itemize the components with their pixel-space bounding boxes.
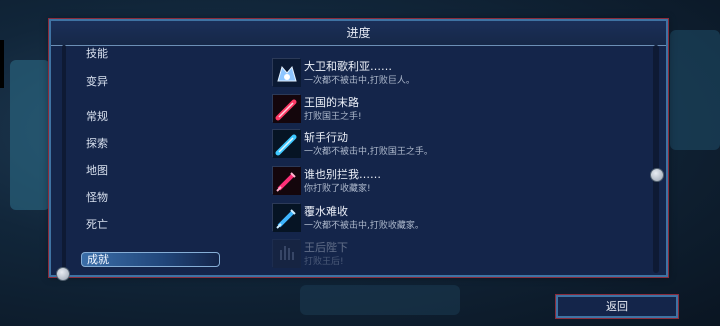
back-button[interactable]: 返回 (556, 295, 678, 318)
achievement-name: 大卫和歌利亚…… (304, 60, 392, 73)
achievement-name: 覆水难收 (304, 205, 348, 218)
sidebar-scrollbar[interactable] (62, 45, 66, 273)
screen-edge-marker (0, 40, 4, 88)
achievement-desc: 你打败了收藏家! (304, 184, 371, 194)
locked-achievement-icon (272, 239, 301, 268)
achievement-row[interactable]: 谁也别拦我…… 你打败了收藏家! (272, 166, 602, 200)
red-sword-icon (272, 94, 301, 123)
sidebar-scroll-thumb[interactable] (56, 267, 70, 281)
achievement-scrollbar[interactable] (653, 45, 659, 273)
achievement-desc: 一次都不被击中,打败收藏家。 (304, 221, 424, 231)
achievement-name: 斩手行动 (304, 131, 348, 144)
sidebar-item-general[interactable]: 常规 (86, 108, 108, 124)
achievement-row[interactable]: 王后陛下 打败王后! (272, 239, 602, 273)
panel-title: 进度 (51, 21, 666, 46)
red-syringe-icon (272, 166, 301, 195)
achievement-scroll-thumb[interactable] (650, 168, 664, 182)
achievement-name: 谁也别拦我…… (304, 168, 381, 181)
sidebar-item-monsters[interactable]: 怪物 (86, 189, 108, 205)
achievement-desc: 一次都不被击中,打败巨人。 (304, 76, 415, 86)
background-glow (300, 285, 460, 315)
achievement-row[interactable]: 斩手行动 一次都不被击中,打败国王之手。 (272, 129, 602, 163)
giant-crown-icon (272, 58, 301, 87)
achievement-name: 王后陛下 (304, 241, 348, 254)
achievement-row[interactable]: 覆水难收 一次都不被击中,打败收藏家。 (272, 203, 602, 237)
progress-panel: 进度 技能 变异 常规 探索 地图 怪物 死亡 成就 大卫和歌利亚…… 一次都不… (49, 19, 668, 277)
sidebar-item-achievements[interactable]: 成就 (81, 252, 220, 267)
achievement-row[interactable]: 王国的末路 打败国王之手! (272, 94, 602, 128)
sidebar-item-exploration[interactable]: 探索 (86, 135, 108, 151)
achievement-desc: 一次都不被击中,打败国王之手。 (304, 147, 433, 157)
sidebar-item-mutations[interactable]: 变异 (86, 73, 108, 89)
achievement-row[interactable]: 大卫和歌利亚…… 一次都不被击中,打败巨人。 (272, 58, 602, 92)
sidebar-item-map[interactable]: 地图 (86, 162, 108, 178)
sidebar-item-deaths[interactable]: 死亡 (86, 216, 108, 232)
achievement-name: 王国的末路 (304, 96, 359, 109)
background-glow (670, 30, 720, 150)
blue-sword-icon (272, 129, 301, 158)
sidebar-item-skills[interactable]: 技能 (86, 45, 108, 61)
background-glow (10, 60, 50, 210)
achievement-desc: 打败王后! (304, 257, 344, 267)
blue-syringe-icon (272, 203, 301, 232)
achievement-desc: 打败国王之手! (304, 112, 362, 122)
